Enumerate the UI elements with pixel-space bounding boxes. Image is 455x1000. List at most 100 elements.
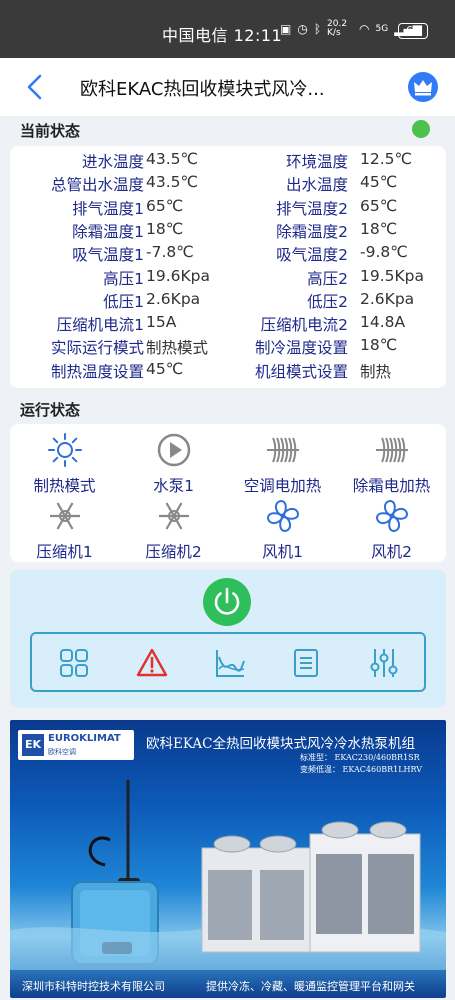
param-label-left: 总管出水温度	[50, 176, 144, 195]
param-value-right: 19.5Kpa	[360, 266, 425, 285]
net-speed: 20.2 K/s	[327, 19, 348, 38]
battery-indicator: 60	[398, 23, 428, 39]
param-row: 进水温度 43.5℃ 环境温度 12.5℃	[10, 150, 446, 173]
param-value-right: 18℃	[360, 336, 398, 355]
run-status-card: 制热模式 水泵1 空调电加热 除霜电加热 压缩机1 压缩机2 风机1 风机2	[10, 424, 446, 562]
param-label-left: 低压1	[103, 292, 144, 311]
param-value-left: -7.8℃	[146, 243, 194, 262]
run-status-item: 除霜电加热	[337, 432, 446, 496]
back-arrow-icon[interactable]	[24, 74, 46, 100]
param-value-left: 18℃	[146, 219, 184, 238]
param-value-left: 45℃	[146, 359, 184, 378]
run-status-title: 运行状态	[20, 401, 81, 419]
trend-chart-icon[interactable]	[214, 647, 246, 679]
logo-badge: EK	[22, 734, 44, 756]
status-bar: 中国电信 12:11 ▣ ◷ ᛒ 20.2 K/s ◠ 5G ▂▄▆ 60	[0, 0, 455, 58]
run-status-item: 制热模式	[10, 432, 119, 496]
run-status-label: 制热模式	[33, 477, 96, 495]
param-label-right: 高压2	[307, 269, 348, 288]
param-label-left: 压缩机电流1	[56, 316, 144, 335]
fan-icon	[375, 499, 408, 533]
param-value-right: 18℃	[360, 219, 398, 238]
param-value-left: 43.5℃	[146, 150, 198, 168]
param-row: 总管出水温度 43.5℃ 出水温度 45℃	[10, 173, 446, 196]
param-row: 制热温度设置 45℃ 机组模式设置 制热	[10, 360, 446, 383]
param-label-left: 排气温度1	[72, 199, 144, 218]
param-label-right: 制冷温度设置	[254, 339, 348, 358]
banner-footer: 深圳市科特时控技术有限公司 提供冷冻、冷藏、暖通监控管理平台和网关	[10, 972, 446, 998]
param-value-right: 45℃	[360, 173, 398, 192]
param-value-right: 65℃	[360, 196, 398, 215]
param-value-left: 2.6Kpa	[146, 289, 201, 308]
param-row: 吸气温度1 -7.8℃ 吸气温度2 -9.8℃	[10, 243, 446, 266]
param-row: 低压1 2.6Kpa 低压2 2.6Kpa	[10, 290, 446, 313]
param-label-right: 机组模式设置	[254, 362, 348, 381]
control-panel	[10, 570, 446, 708]
param-row: 实际运行模式 制热模式 制冷温度设置 18℃	[10, 336, 446, 359]
carrier-time: 中国电信 12:11	[162, 26, 283, 45]
product-banner[interactable]: EK EUROKLIMAT 欧科空调 欧科EKAC全热回收模块式风冷冷水热泵机组…	[10, 720, 446, 998]
run-status-label: 水泵1	[153, 477, 194, 495]
param-row: 排气温度1 65℃ 排气温度2 65℃	[10, 197, 446, 220]
param-value-right: -9.8℃	[360, 243, 408, 262]
run-status-item: 空调电加热	[228, 432, 337, 496]
grid-menu-icon[interactable]	[58, 647, 90, 679]
param-value-right: 14.8A	[360, 313, 406, 332]
param-label-right: 吸气温度2	[276, 246, 348, 265]
param-value-right: 12.5℃	[360, 150, 412, 168]
param-value-left: 19.6Kpa	[146, 266, 211, 285]
run-status-item: 压缩机1	[10, 498, 119, 562]
heater-icon	[266, 437, 299, 463]
nfc-icon: ▣	[280, 22, 292, 36]
param-value-right: 2.6Kpa	[360, 289, 415, 308]
logo-brand: EUROKLIMAT	[48, 733, 121, 744]
run-status-label: 风机1	[262, 543, 303, 561]
param-label-left: 制热温度设置	[50, 362, 144, 381]
product-illustration	[10, 780, 446, 970]
param-value-left: 43.5℃	[146, 173, 198, 192]
param-value-right: 制热	[360, 362, 392, 381]
alarm-clock-icon: ◷	[297, 22, 308, 36]
heater-icon	[375, 437, 408, 463]
crown-icon	[414, 80, 432, 96]
signal-label: 5G	[375, 24, 389, 34]
param-label-left: 除霜温度1	[72, 222, 144, 241]
vip-button[interactable]	[408, 72, 438, 102]
param-label-right: 排气温度2	[276, 199, 348, 218]
footer-company: 深圳市科特时控技术有限公司	[22, 980, 165, 993]
param-value-left: 15A	[146, 313, 177, 332]
run-status-item: 风机1	[228, 498, 337, 562]
banner-title: 欧科EKAC全热回收模块式风冷冷水热泵机组	[146, 736, 415, 752]
param-label-right: 低压2	[307, 292, 348, 311]
list-record-icon[interactable]	[290, 647, 322, 679]
snowflake-icon	[158, 502, 189, 530]
function-toolbar	[30, 632, 426, 692]
euroklimat-logo: EK EUROKLIMAT 欧科空调	[18, 730, 134, 760]
bluetooth-icon: ᛒ	[313, 22, 322, 36]
page-title: 欧科EKAC热回收模块式风冷...	[80, 79, 325, 100]
param-label-right: 除霜温度2	[276, 222, 348, 241]
param-label-left: 实际运行模式	[50, 339, 144, 358]
param-value-left: 制热模式	[146, 339, 209, 358]
param-label-right: 环境温度	[285, 153, 348, 171]
online-status-indicator	[412, 120, 430, 138]
param-label-left: 高压1	[103, 269, 144, 288]
alarm-warning-icon[interactable]	[136, 647, 168, 679]
run-status-label: 空调电加热	[243, 477, 322, 495]
sun-icon	[47, 433, 82, 467]
current-status-title: 当前状态	[20, 122, 81, 140]
power-button[interactable]	[203, 578, 251, 626]
power-icon	[214, 587, 240, 615]
param-row: 高压1 19.6Kpa 高压2 19.5Kpa	[10, 267, 446, 290]
logo-brand-cn: 欧科空调	[48, 748, 76, 756]
app-header: 欧科EKAC热回收模块式风冷...	[0, 58, 455, 116]
param-row: 除霜温度1 18℃ 除霜温度2 18℃	[10, 220, 446, 243]
snowflake-icon	[49, 502, 80, 530]
current-status-card: 进水温度 43.5℃ 环境温度 12.5℃ 总管出水温度 43.5℃ 出水温度 45℃ 排气温度…	[10, 146, 446, 388]
param-row: 压缩机电流1 15A 压缩机电流2 14.8A	[10, 313, 446, 336]
param-label-right: 压缩机电流2	[260, 316, 348, 335]
param-value-left: 65℃	[146, 196, 184, 215]
settings-sliders-icon[interactable]	[368, 647, 400, 679]
wifi-icon: ◠	[359, 22, 370, 36]
param-label-left: 吸气温度1	[72, 246, 144, 265]
